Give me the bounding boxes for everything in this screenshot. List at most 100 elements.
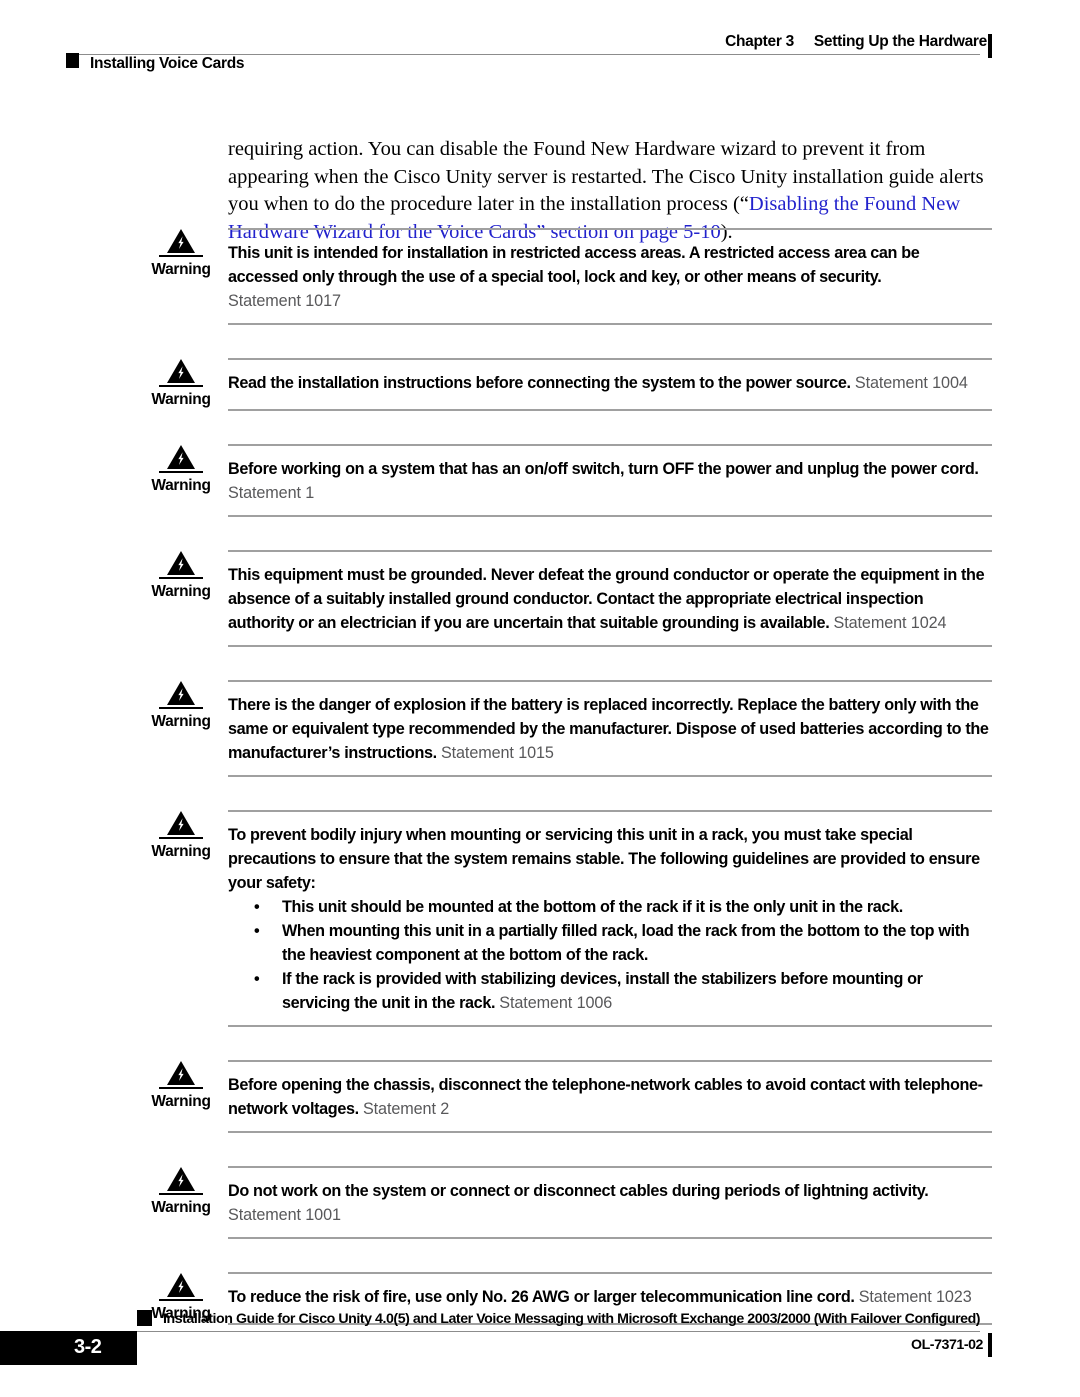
warning-text: Before working on a system that has an o… <box>228 457 992 505</box>
warning-spacer <box>0 411 1080 444</box>
warning-icon-column: Warning <box>140 550 222 601</box>
warning-statement-number: Statement 1006 <box>499 994 613 1012</box>
warning-block: Warning There is the danger of explosion … <box>0 680 1080 777</box>
warning-label: Warning <box>151 1093 211 1110</box>
bullet-dot-icon: • <box>254 898 260 916</box>
warning-icon-underline <box>159 1299 203 1301</box>
warning-text: Read the installation instructions befor… <box>228 371 992 395</box>
warning-text-main: This unit is intended for installation i… <box>228 244 920 286</box>
warning-triangle-icon <box>140 228 222 254</box>
warning-label: Warning <box>151 583 211 600</box>
warning-statement-number: Statement 1024 <box>833 614 947 632</box>
warning-block: Warning To prevent bodily injury when mou… <box>0 810 1080 1027</box>
warning-text: This equipment must be grounded. Never d… <box>228 563 992 635</box>
header-edge-tick <box>988 34 992 58</box>
warning-icon-column: Warning <box>140 444 222 495</box>
warning-bullet-list: • This unit should be mounted at the bott… <box>228 895 992 1015</box>
warning-body: Before working on a system that has an o… <box>228 444 992 517</box>
warning-triangle-icon <box>140 444 222 470</box>
warning-bullet-text: When mounting this unit in a partially f… <box>282 922 970 964</box>
bullet-dot-icon: • <box>254 922 260 940</box>
warning-icon-underline <box>159 837 203 839</box>
warning-icon-underline <box>159 471 203 473</box>
header-chapter-number: Chapter 3 <box>725 33 794 50</box>
warning-triangle-icon <box>140 810 222 836</box>
warning-statement-number: Statement 1001 <box>228 1206 341 1224</box>
warning-label: Warning <box>151 713 211 730</box>
warning-body: Before opening the chassis, disconnect t… <box>228 1060 992 1133</box>
warning-bullet-item: • If the rack is provided with stabilizin… <box>228 967 992 1015</box>
warning-icon-underline <box>159 1193 203 1195</box>
bullet-dot-icon: • <box>254 970 260 988</box>
warning-label: Warning <box>151 843 211 860</box>
warning-statement-number: Statement 1023 <box>858 1288 972 1306</box>
warning-text-main: Read the installation instructions befor… <box>228 374 851 392</box>
warning-bullet-text: This unit should be mounted at the botto… <box>282 898 903 916</box>
header-section-title: Installing Voice Cards <box>90 55 245 72</box>
warning-text-main: To reduce the risk of fire, use only No.… <box>228 1288 855 1306</box>
warning-statement-number: Statement 1 <box>228 484 315 502</box>
warning-label: Warning <box>151 477 211 494</box>
warning-triangle-icon <box>140 680 222 706</box>
warning-body: Do not work on the system or connect or … <box>228 1166 992 1239</box>
warning-list: Warning This unit is intended for install… <box>0 228 1080 1325</box>
footer-document-id: OL-7371-02 <box>911 1337 983 1353</box>
warning-block: Warning Before working on a system that h… <box>0 444 1080 517</box>
warning-text: To reduce the risk of fire, use only No.… <box>228 1285 992 1309</box>
warning-triangle-icon <box>140 1272 222 1298</box>
warning-label: Warning <box>151 1199 211 1216</box>
warning-icon-underline <box>159 577 203 579</box>
warning-bullet-item: • When mounting this unit in a partially … <box>228 919 992 967</box>
footer-square-marker-icon <box>137 1310 152 1326</box>
warning-spacer <box>0 517 1080 550</box>
warning-block: Warning Read the installation instruction… <box>0 358 1080 411</box>
header-chapter: Chapter 3 Setting Up the Hardware <box>725 33 987 51</box>
warning-icon-column: Warning <box>140 358 222 409</box>
warning-block: Warning Before opening the chassis, disco… <box>0 1060 1080 1133</box>
warning-icon-column: Warning <box>140 810 222 861</box>
warning-triangle-icon <box>140 550 222 576</box>
warning-block: Warning Do not work on the system or conn… <box>0 1166 1080 1239</box>
warning-triangle-icon <box>140 1060 222 1086</box>
warning-body: Read the installation instructions befor… <box>228 358 992 411</box>
warning-body: This unit is intended for installation i… <box>228 228 992 325</box>
warning-block: Warning This unit is intended for install… <box>0 228 1080 325</box>
warning-text-main: Before opening the chassis, disconnect t… <box>228 1076 983 1118</box>
warning-icon-underline <box>159 1087 203 1089</box>
warning-text-main: There is the danger of explosion if the … <box>228 696 989 762</box>
warning-icon-underline <box>159 707 203 709</box>
warning-spacer <box>0 325 1080 358</box>
warning-icon-column: Warning <box>140 1060 222 1111</box>
warning-label: Warning <box>151 391 211 408</box>
warning-body: This equipment must be grounded. Never d… <box>228 550 992 647</box>
warning-icon-column: Warning <box>140 680 222 731</box>
warning-triangle-icon <box>140 1166 222 1192</box>
warning-spacer <box>0 647 1080 680</box>
warning-spacer <box>0 1239 1080 1272</box>
warning-statement-number: Statement 1017 <box>228 292 341 310</box>
footer-guide-title: Installation Guide for Cisco Unity 4.0(5… <box>163 1311 981 1327</box>
warning-bullet-item: • This unit should be mounted at the bott… <box>228 895 992 919</box>
warning-block: Warning This equipment must be grounded. … <box>0 550 1080 647</box>
warning-label: Warning <box>151 261 211 278</box>
warning-text: There is the danger of explosion if the … <box>228 693 992 765</box>
warning-triangle-icon <box>140 358 222 384</box>
warning-text-main: To prevent bodily injury when mounting o… <box>228 826 980 892</box>
footer-edge-tick <box>988 1333 992 1357</box>
warning-spacer <box>0 1027 1080 1060</box>
document-page: Chapter 3 Setting Up the Hardware Install… <box>0 0 1080 1397</box>
warning-statement-number: Statement 1004 <box>854 374 968 392</box>
warning-statement-number: Statement 1015 <box>440 744 554 762</box>
warning-text: To prevent bodily injury when mounting o… <box>228 823 992 895</box>
warning-text-main: Before working on a system that has an o… <box>228 460 979 478</box>
warning-icon-underline <box>159 255 203 257</box>
footer-page-number: 3-2 <box>74 1336 102 1358</box>
warning-icon-underline <box>159 385 203 387</box>
footer-page-number-box <box>0 1331 137 1365</box>
header-chapter-title: Setting Up the Hardware <box>813 33 987 50</box>
warning-text: Do not work on the system or connect or … <box>228 1179 992 1227</box>
warning-statement-number: Statement 2 <box>362 1100 450 1118</box>
page-header: Chapter 3 Setting Up the Hardware Install… <box>0 0 1080 86</box>
warning-body: To prevent bodily injury when mounting o… <box>228 810 992 1027</box>
warning-icon-column: Warning <box>140 228 222 279</box>
